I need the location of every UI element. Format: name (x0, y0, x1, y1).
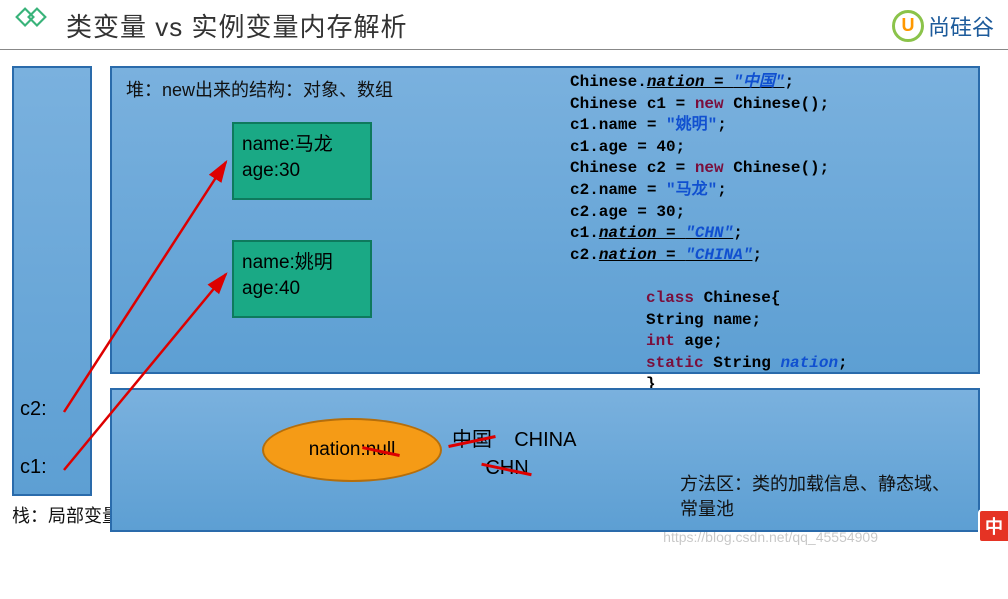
val-chn: CHN (485, 454, 528, 482)
val-china-cn: 中国 (452, 426, 492, 454)
stack-var-c2: c2: (20, 398, 47, 421)
heap-object-1: name:马龙 age:30 (232, 122, 372, 200)
header: 类变量 vs 实例变量内存解析 U 尚硅谷 (0, 0, 1008, 50)
diagram-canvas: c2: c1: 栈：局部变量 堆：new出来的结构：对象、数组 name:马龙 … (0, 50, 1008, 549)
code-block: Chinese.nation = "中国"; Chinese c1 = new … (570, 72, 970, 266)
stack-column: c2: c1: (12, 66, 92, 496)
heap-label: 堆：new出来的结构：对象、数组 (126, 76, 393, 102)
heap-region: 堆：new出来的结构：对象、数组 name:马龙 age:30 name:姚明 … (110, 66, 980, 374)
val-china-en: CHINA (514, 429, 576, 451)
obj1-age: age:30 (242, 158, 362, 184)
method-area-region: nation:null 中国 CHINA CHN 方法区：类的加载信息、静态域、… (110, 388, 980, 532)
brand-icon: U (892, 10, 924, 42)
heap-object-2: name:姚明 age:40 (232, 240, 372, 318)
obj2-name: name:姚明 (242, 250, 362, 276)
stack-var-c1: c1: (20, 456, 47, 479)
brand-text: 尚硅谷 (928, 10, 994, 42)
nation-history-values: 中国 CHINA CHN (452, 426, 576, 482)
nation-ellipse: nation:null (262, 418, 442, 482)
watermark: https://blog.csdn.net/qq_45554909 (663, 529, 878, 545)
method-area-label: 方法区：类的加载信息、静态域、常量池 (680, 472, 960, 522)
page-title: 类变量 vs 实例变量内存解析 (66, 7, 407, 44)
obj1-name: name:马龙 (242, 132, 362, 158)
class-definition: class Chinese{ String name; int age; sta… (610, 288, 970, 396)
stack-label: 栈：局部变量 (12, 502, 120, 528)
diamond-icon (14, 6, 48, 45)
ime-badge: 中 (978, 509, 1008, 543)
brand-logo: U 尚硅谷 (892, 10, 994, 42)
nation-value: nation:null (309, 439, 396, 461)
obj2-age: age:40 (242, 276, 362, 302)
